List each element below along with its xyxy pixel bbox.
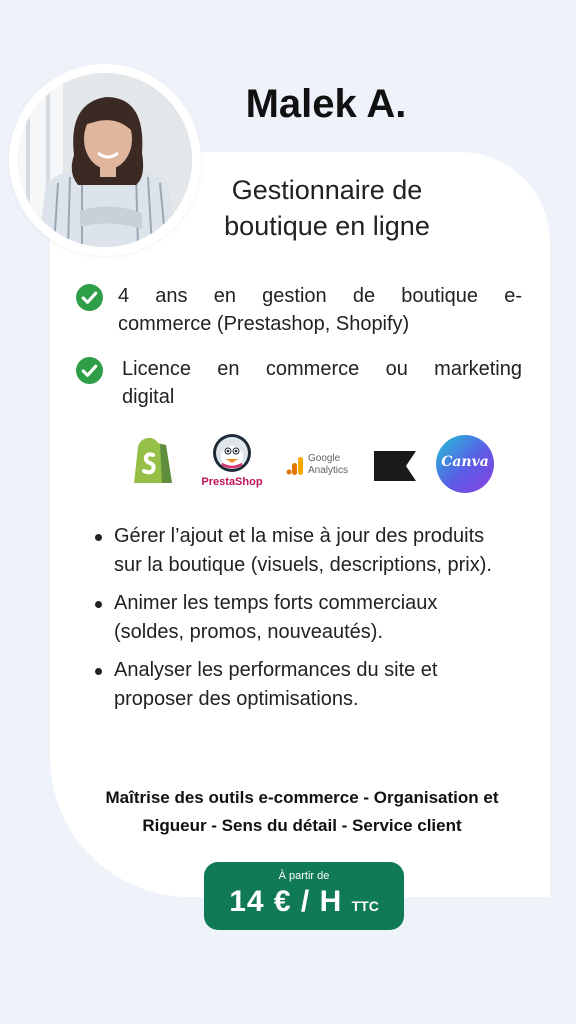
avatar-photo	[18, 73, 192, 247]
canva-label: Canva	[441, 454, 489, 470]
task-item: Animer les temps forts commerciaux (sold…	[92, 589, 512, 647]
skills-summary: Maîtrise des outils e-commerce - Organis…	[60, 784, 544, 840]
tool-logos: PrestaShop Google Analytics Canva	[126, 433, 498, 495]
check-circle-icon	[76, 357, 103, 384]
qualification-text: Licence en commerce ou marketing digital	[122, 355, 522, 411]
profile-role: Gestionnaire de boutique en ligne	[224, 175, 430, 241]
google-analytics-label-1: Google	[308, 453, 341, 464]
price-value-row: 14 € / H TTC	[204, 885, 404, 919]
qualification-text: 4 ans en gestion de boutique e- commerce…	[118, 282, 522, 338]
canva-logo: Canva	[436, 435, 494, 493]
skills-line: Maîtrise des outils e-commerce - Organis…	[105, 788, 499, 807]
prestashop-label: PrestaShop	[201, 476, 263, 488]
prestashop-icon	[213, 434, 251, 472]
price-value: 14 € / H	[229, 885, 343, 918]
price-suffix: TTC	[351, 898, 379, 914]
google-analytics-label-2: Analytics	[308, 465, 349, 476]
klaviyo-flag-icon	[374, 451, 416, 481]
task-item: Analyser les performances du site et pro…	[92, 656, 512, 714]
google-analytics-logo: Google Analytics	[286, 453, 358, 479]
qualification-line: 4 ans en gestion de boutique e-	[118, 285, 522, 307]
google-analytics-icon	[286, 457, 303, 475]
qualification-item: Licence en commerce ou marketing digital	[76, 355, 522, 411]
prestashop-logo: PrestaShop	[198, 433, 266, 495]
check-circle-icon	[76, 284, 103, 311]
price-from-label: À partir de	[278, 870, 330, 882]
qualification-line: commerce (Prestashop, Shopify)	[118, 313, 410, 335]
qualification-item: 4 ans en gestion de boutique e- commerce…	[76, 282, 522, 338]
qualification-line: Licence en commerce ou marketing	[122, 358, 522, 380]
task-list: Gérer l’ajout et la mise à jour des prod…	[92, 522, 512, 723]
profile-name: Malek A.	[245, 82, 407, 126]
price-badge: À partir de 14 € / H TTC	[204, 862, 404, 930]
avatar	[18, 73, 192, 247]
task-item: Gérer l’ajout et la mise à jour des prod…	[92, 522, 512, 580]
qualification-line: digital	[122, 386, 175, 408]
shopify-icon	[134, 437, 172, 483]
skills-line: Rigueur - Sens du détail - Service clien…	[142, 816, 462, 835]
